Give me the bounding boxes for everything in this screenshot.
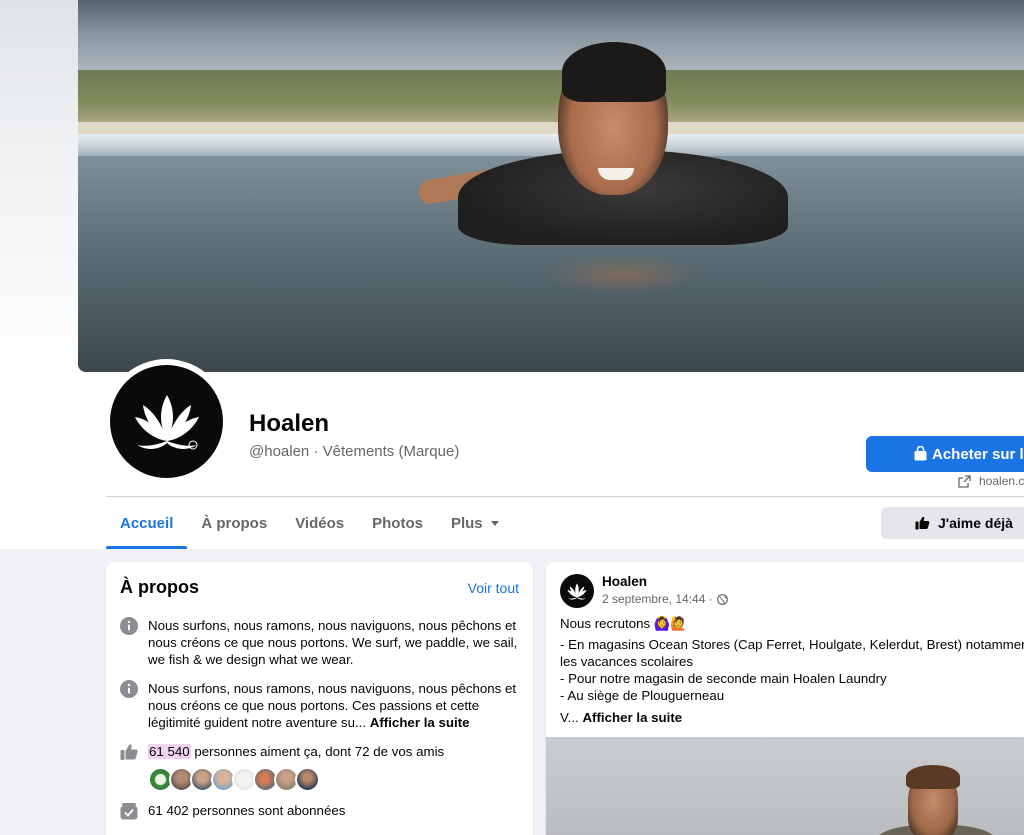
tab-a-propos[interactable]: À propos [187, 497, 281, 549]
see-more-link[interactable]: Afficher la suite [370, 715, 470, 730]
caret-down-icon [490, 520, 499, 526]
like-button-label: J'aime déjà [938, 515, 1013, 531]
like-page-button[interactable]: J'aime déjà [881, 507, 1024, 539]
about-card: À propos Voir tout Nous surfons, nous ra… [106, 562, 533, 835]
thumbs-up-icon [915, 516, 930, 530]
see-all-link[interactable]: Voir tout [468, 580, 519, 596]
friends-avatars[interactable] [148, 767, 320, 792]
website-link[interactable]: hoalen.c [958, 474, 1024, 488]
emoji-icon: 🙆‍♀️🙋 [653, 616, 687, 631]
post-image[interactable] [546, 737, 1024, 835]
info-circle-icon [120, 680, 138, 698]
tab-accueil[interactable]: Accueil [106, 497, 188, 549]
post-body: Nous recrutons 🙆‍♀️🙋 - En magasins Ocean… [560, 616, 1024, 725]
page-handle: @hoalen · Vêtements (Marque) [249, 443, 460, 460]
shopping-bag-icon [914, 446, 927, 461]
cover-photo[interactable] [78, 0, 1024, 372]
follow-check-icon [120, 803, 138, 820]
website-label: hoalen.c [979, 474, 1024, 488]
about-description-1: Nous surfons, nous ramons, nous naviguon… [120, 617, 518, 668]
shop-button-label: Acheter sur le [932, 445, 1024, 463]
post-author[interactable]: Hoalen [602, 574, 647, 589]
about-title: À propos [120, 577, 199, 597]
page-title: Hoalen [249, 410, 330, 437]
external-link-icon [958, 474, 971, 488]
likes-count: 61 540 [148, 744, 191, 759]
left-gradient [0, 0, 78, 372]
followers-row: 61 402 personnes sont abonnées [120, 802, 518, 820]
post-author-avatar[interactable] [560, 574, 594, 608]
globe-icon [716, 593, 728, 605]
tab-plus[interactable]: Plus [437, 497, 513, 549]
about-description-2: Nous surfons, nous ramons, nous naviguon… [120, 680, 518, 731]
avatar[interactable] [295, 767, 320, 792]
page-tabs: Accueil À propos Vidéos Photos Plus [106, 497, 513, 549]
post-see-more-link[interactable]: Afficher la suite [582, 710, 682, 725]
post-timestamp[interactable]: 2 septembre, 14:44 · [602, 592, 728, 606]
likes-row: 61 540 personnes aiment ça, dont 72 de v… [120, 743, 518, 761]
lotus-logo-icon [567, 582, 587, 600]
tab-photos[interactable]: Photos [358, 497, 437, 549]
page-avatar[interactable] [110, 365, 223, 478]
info-circle-icon [120, 617, 138, 635]
thumbs-up-icon [120, 744, 138, 760]
shop-button[interactable]: Acheter sur le [866, 436, 1024, 472]
tab-videos[interactable]: Vidéos [281, 497, 358, 549]
post-card: Hoalen 2 septembre, 14:44 · Nous recruto… [546, 562, 1024, 835]
lotus-logo-icon [134, 394, 199, 449]
